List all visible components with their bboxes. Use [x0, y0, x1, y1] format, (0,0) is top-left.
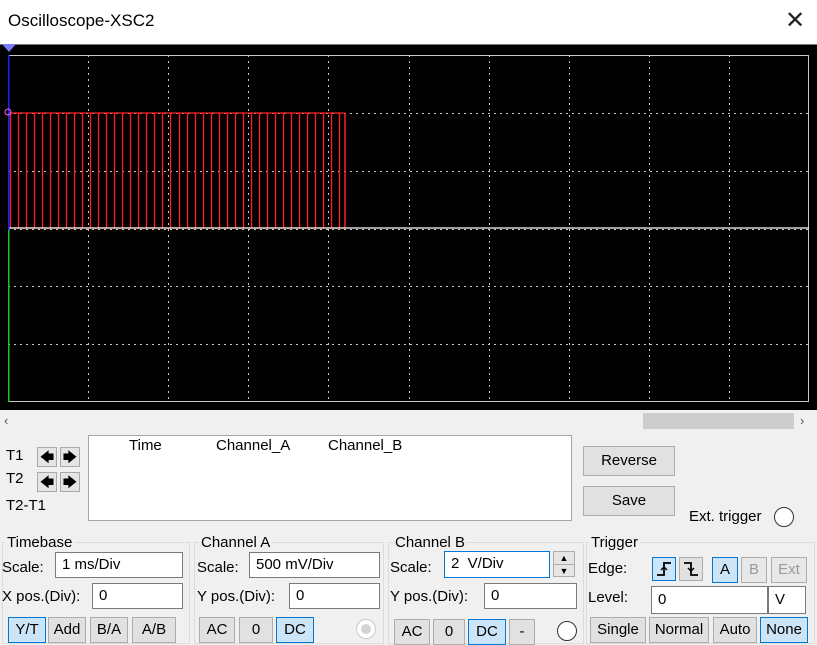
channel-b-title: Channel B	[393, 534, 468, 551]
timebase-scale-label: Scale:	[2, 559, 44, 576]
trigger-source-a-button[interactable]: A	[712, 557, 738, 583]
channel-a-ypos-label: Y pos.(Div):	[197, 588, 276, 605]
channel-b-terminal[interactable]	[557, 621, 577, 641]
reverse-button[interactable]: Reverse	[583, 446, 675, 476]
channel-b-scale-field[interactable]: 2 V/Div	[444, 551, 550, 578]
save-button[interactable]: Save	[583, 486, 675, 516]
channel-b-ypos-field[interactable]: 0	[484, 583, 577, 609]
mode-yt-button[interactable]: Y/T	[8, 617, 46, 643]
channel-a-dc-button[interactable]: DC	[276, 617, 314, 643]
t2-left-arrow-icon[interactable]: 🡄	[37, 472, 57, 492]
timebase-title: Timebase	[5, 534, 75, 551]
t2-label: T2	[6, 470, 24, 487]
readout-header-time: Time	[129, 437, 162, 454]
mode-add-button[interactable]: Add	[48, 617, 86, 643]
trigger-title: Trigger	[589, 534, 640, 551]
channel-b-zero-button[interactable]: 0	[433, 619, 465, 645]
channel-a-zero-button[interactable]: 0	[239, 617, 273, 643]
trigger-edge-label: Edge:	[588, 560, 628, 577]
channel-a-scale-label: Scale:	[197, 559, 239, 576]
readout-header-channel-b: Channel_B	[328, 437, 403, 454]
cursor-t1-handle-icon[interactable]	[2, 44, 18, 54]
channel-b-scale-spinner[interactable]: ▲ ▼	[553, 551, 575, 577]
mode-ab-button[interactable]: A/B	[132, 617, 176, 643]
spin-down-icon[interactable]: ▼	[554, 565, 574, 577]
trigger-single-button[interactable]: Single	[590, 617, 646, 643]
channel-b-invert-button[interactable]: -	[509, 619, 535, 645]
t1-label: T1	[6, 447, 24, 464]
scroll-left-icon[interactable]: ‹	[4, 411, 18, 431]
trigger-none-button[interactable]: None	[760, 617, 808, 643]
channel-a-ypos-field[interactable]: 0	[289, 583, 380, 609]
trigger-level-label: Level:	[588, 589, 629, 606]
trigger-level-unit[interactable]: V	[768, 586, 806, 614]
timebase-xpos-field[interactable]: 0	[92, 583, 183, 609]
t1-left-arrow-icon[interactable]: 🡄	[37, 447, 57, 467]
scope-screen[interactable]	[8, 55, 809, 402]
trigger-source-ext-button[interactable]: Ext	[771, 557, 807, 583]
trigger-level-field[interactable]: 0	[651, 586, 768, 614]
scroll-right-icon[interactable]: ›	[800, 411, 814, 431]
trigger-normal-button[interactable]: Normal	[649, 617, 709, 643]
mode-ba-button[interactable]: B/A	[90, 617, 128, 643]
trigger-source-b-button[interactable]: B	[741, 557, 767, 583]
spin-up-icon[interactable]: ▲	[554, 552, 574, 565]
channel-b-ypos-label: Y pos.(Div):	[390, 588, 469, 605]
channel-b-ac-button[interactable]: AC	[394, 619, 430, 645]
trigger-auto-button[interactable]: Auto	[713, 617, 757, 643]
channel-a-terminal[interactable]	[356, 619, 376, 639]
t1-right-arrow-icon[interactable]: 🡆	[60, 447, 80, 467]
t2-right-arrow-icon[interactable]: 🡆	[60, 472, 80, 492]
readout-header-channel-a: Channel_A	[216, 437, 291, 454]
t2-t1-label: T2-T1	[6, 497, 47, 514]
scrollbar-thumb[interactable]	[643, 413, 794, 429]
channel-a-title: Channel A	[199, 534, 273, 551]
timebase-scale-field[interactable]: 1 ms/Div	[55, 552, 183, 578]
trigger-marker-icon	[4, 108, 12, 116]
window-title: Oscilloscope-XSC2	[8, 11, 155, 30]
channel-a-trace	[8, 112, 346, 229]
channel-b-dc-button[interactable]: DC	[468, 619, 506, 645]
ext-trigger-label: Ext. trigger	[689, 508, 762, 525]
rising-edge-icon[interactable]	[652, 557, 676, 581]
channel-a-ac-button[interactable]: AC	[199, 617, 235, 643]
ext-trigger-terminal[interactable]	[774, 507, 794, 527]
timebase-xpos-label: X pos.(Div):	[2, 588, 81, 605]
close-icon[interactable]: ✕	[780, 4, 810, 38]
channel-b-scale-label: Scale:	[390, 559, 432, 576]
channel-a-scale-field[interactable]: 500 mV/Div	[249, 552, 380, 578]
falling-edge-icon[interactable]	[679, 557, 703, 581]
